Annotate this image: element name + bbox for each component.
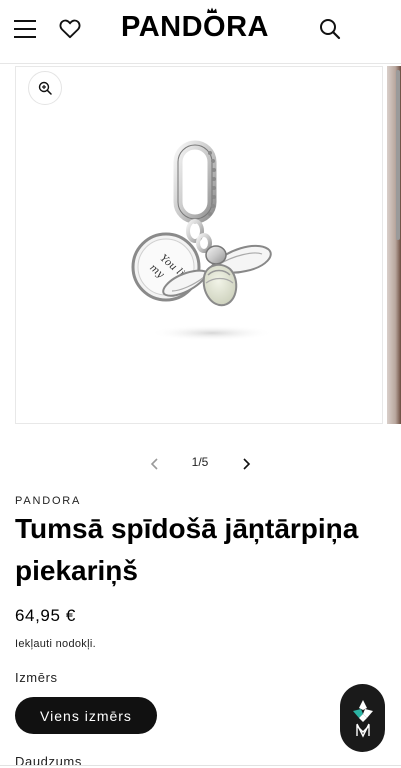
site-header: PANDORA bbox=[0, 0, 401, 64]
product-price: 64,95 € bbox=[15, 606, 76, 625]
heart-icon[interactable] bbox=[57, 14, 83, 44]
product-gallery[interactable]: You light my bbox=[0, 64, 401, 426]
size-label: Izmērs bbox=[15, 670, 58, 685]
divider bbox=[0, 765, 401, 766]
size-option-label: Viens izmērs bbox=[40, 707, 132, 724]
page-scrollbar[interactable] bbox=[396, 70, 400, 240]
zoom-in-icon[interactable] bbox=[28, 71, 62, 105]
firefly-charm-image: You light my bbox=[131, 140, 274, 341]
product-brand: PANDORA bbox=[15, 495, 82, 507]
chevron-left-icon[interactable] bbox=[143, 452, 167, 476]
tax-note: Iekļauti nodokļi. bbox=[15, 638, 96, 650]
pandora-logo[interactable]: PANDORA bbox=[118, 7, 272, 44]
chevron-right-icon[interactable] bbox=[234, 452, 258, 476]
size-option-button[interactable]: Viens izmērs bbox=[15, 697, 157, 734]
product-image-slide[interactable]: You light my bbox=[15, 66, 383, 424]
product-title: Tumsā spīdošā jāņtārpiņa piekariņš bbox=[15, 513, 359, 586]
search-icon[interactable] bbox=[317, 14, 343, 44]
logo-text: PANDORA bbox=[121, 11, 269, 43]
crown-icon bbox=[207, 7, 217, 13]
hamburger-menu-icon[interactable] bbox=[12, 14, 38, 44]
assistant-logo-icon bbox=[352, 700, 373, 738]
assistant-button[interactable] bbox=[340, 684, 385, 752]
pager-count: 1/5 bbox=[191, 455, 209, 469]
gallery-pager: 1/5 bbox=[0, 452, 401, 476]
